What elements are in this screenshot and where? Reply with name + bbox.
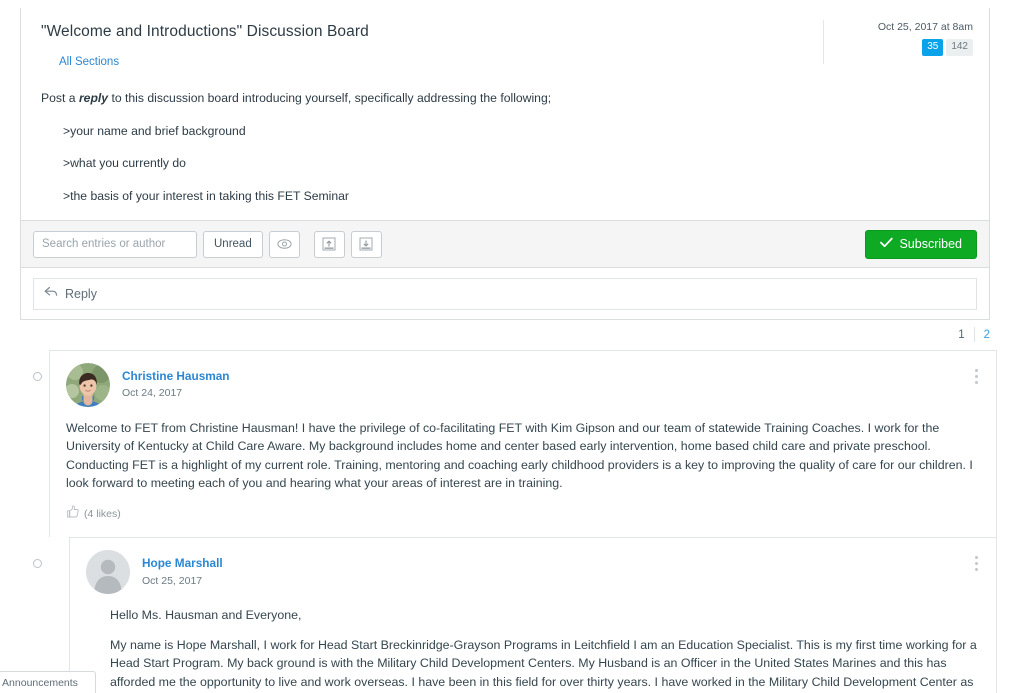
entry-header: Christine Hausman Oct 24, 2017 [66,363,980,407]
entry-date: Oct 25, 2017 [142,574,203,587]
discussion-meta: Oct 25, 2017 at 8am 35 142 [823,20,973,64]
entry-paragraph: Welcome to FET from Christine Hausman! I… [66,421,973,491]
reply-button[interactable]: Reply [33,277,977,310]
likes-button[interactable]: (4 likes) [66,505,980,523]
prompt-bold-reply: reply [78,91,109,106]
entry-menu-button[interactable] [971,365,982,388]
entry-paragraph: My name is Hope Marshall, I work for Hea… [110,637,977,693]
avatar-placeholder-icon [86,550,130,595]
mark-all-read-button[interactable] [268,230,300,258]
discussion-top: "Welcome and Introductions" Discussion B… [21,8,989,90]
eye-icon [277,238,292,250]
unread-filter-button[interactable]: Unread [203,230,263,258]
avatar-photo-icon [66,363,110,407]
page-2-link[interactable]: 2 [984,329,990,341]
entry-header: Hope Marshall Oct 25, 2017 [86,550,980,595]
thumbs-up-icon [66,505,79,523]
entry-author-block: Christine Hausman Oct 24, 2017 [122,368,230,402]
avatar[interactable] [86,550,130,595]
total-count-badge: 142 [946,38,973,56]
page-1-current[interactable]: 1 [958,329,964,341]
badge-row: 35 142 [836,38,973,56]
check-icon [880,237,894,251]
likes-count: (4 likes) [84,508,121,521]
all-sections-link[interactable]: All Sections [59,56,119,68]
entry-paragraph: Hello Ms. Hausman and Everyone, [110,608,302,623]
kebab-dot [975,381,978,384]
subscribed-button[interactable]: Subscribed [865,229,977,259]
collapse-threads-button[interactable] [313,230,345,258]
unread-marker[interactable] [33,559,42,569]
entry-menu-button[interactable] [971,552,982,575]
discussion-toolbar: Unread [20,220,990,268]
reply-label: Reply [65,286,97,301]
entry-christine-hausman: Christine Hausman Oct 24, 2017 Welcome t… [0,350,1024,538]
kebab-dot [975,369,978,372]
announcements-tab[interactable]: Announcements [0,671,96,693]
entry-date: Oct 24, 2017 [122,387,183,400]
author-name-link[interactable]: Christine Hausman [122,368,230,386]
prompt-prefix: Post a [41,91,79,106]
avatar[interactable] [66,363,110,407]
kebab-dot [975,556,978,560]
prompt-line-1: Post a reply to this discussion board in… [41,90,969,106]
expand-threads-button[interactable] [350,230,382,258]
author-name-link[interactable]: Hope Marshall [142,555,223,573]
posted-date: Oct 25, 2017 at 8am [877,21,973,33]
reply-arrow-icon [44,286,58,301]
kebab-dot [975,568,978,572]
entries-list: Christine Hausman Oct 24, 2017 Welcome t… [0,350,1024,693]
entry-hope-marshall: Hope Marshall Oct 25, 2017 Hello Ms. Hau… [0,537,1024,693]
collapse-threads-icon [322,237,336,251]
announcements-tab-label: Announcements [2,676,78,689]
unread-marker[interactable] [33,372,42,381]
prompt-bullet-3: >the basis of your interest in taking th… [63,188,349,203]
entry-author-block: Hope Marshall Oct 25, 2017 [142,555,223,589]
prompt-bullet-1: >your name and brief background [63,123,246,138]
reply-bar-wrapper: Reply [20,268,990,320]
entry-card: Hope Marshall Oct 25, 2017 Hello Ms. Hau… [69,537,997,693]
search-input[interactable] [33,230,197,258]
entry-body: Hello Ms. Hausman and Everyone, My name … [86,606,980,693]
unread-count-badge: 35 [922,38,944,56]
prompt-suffix: to this discussion board introducing you… [108,91,552,106]
kebab-dot [975,562,978,566]
kebab-dot [975,375,978,378]
pagination-separator [973,327,975,342]
discussion-board-page: "Welcome and Introductions" Discussion B… [0,0,1024,693]
subscribed-label: Subscribed [899,237,962,251]
entry-body: Welcome to FET from Christine Hausman! I… [66,419,980,492]
prompt-bullet-2: >what you currently do [63,156,186,171]
entry-card: Christine Hausman Oct 24, 2017 Welcome t… [49,350,997,538]
pagination: 1 2 [958,327,990,342]
expand-threads-icon [359,237,373,251]
